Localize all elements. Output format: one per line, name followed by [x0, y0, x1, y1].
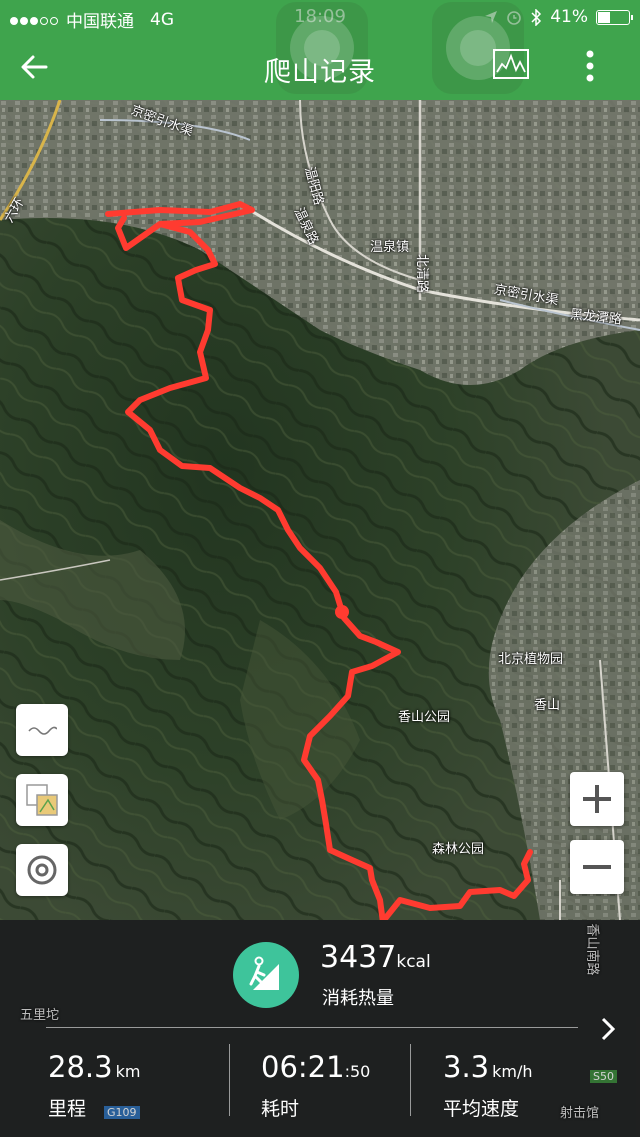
calories-label: 消耗热量: [322, 988, 394, 1009]
layers-icon: [26, 784, 58, 816]
hiking-route: [105, 201, 401, 920]
terrain-toggle-button[interactable]: [16, 704, 68, 756]
stat-value: 28.3: [48, 1050, 113, 1084]
zoom-out-button[interactable]: [570, 840, 624, 894]
hiking-route-east: [381, 849, 533, 920]
route-layer: [105, 201, 533, 920]
target-icon: [27, 855, 57, 885]
battery-percent: 41%: [550, 7, 588, 27]
stat-label: 平均速度: [443, 1098, 520, 1120]
hiking-badge: [233, 942, 299, 1008]
route-waypoint: [335, 605, 349, 619]
bluetooth-icon: [531, 8, 542, 26]
stat-unit: km/h: [492, 1062, 533, 1081]
stat-value: 3.3: [443, 1050, 490, 1084]
elevation-chart-icon[interactable]: [492, 48, 530, 82]
stat-distance: 28.3 km 里程: [48, 1050, 140, 1121]
layer-switch-button[interactable]: [16, 774, 68, 826]
stat-duration: 06:21:50 耗时: [261, 1050, 370, 1121]
stat-speed: 3.3 km/h 平均速度: [443, 1050, 533, 1121]
plus-icon: [583, 785, 611, 813]
highway-shield: S50: [590, 1070, 617, 1083]
calories-unit: kcal: [396, 952, 431, 972]
stat-separator: [229, 1044, 230, 1116]
stat-value: 06:21: [261, 1050, 345, 1084]
stat-unit: km: [115, 1062, 141, 1081]
stat-unit: :50: [344, 1062, 371, 1081]
chevron-right-icon[interactable]: [598, 1016, 618, 1042]
minus-icon: [583, 865, 611, 869]
panel-divider: [46, 1027, 578, 1028]
page-title: 爬山记录: [264, 57, 376, 88]
more-menu-icon[interactable]: [580, 46, 600, 86]
map-label: 五里坨: [20, 1008, 60, 1023]
calories-value: 3437kcal: [320, 940, 431, 975]
nav-bar: 爬山记录: [0, 2, 640, 100]
satellite-map[interactable]: 京密引水渠 温阳路 温泉路 温泉镇 北清路 京密引水渠 黑龙潭路 六环 北京植物…: [0, 100, 640, 920]
stat-label: 里程: [48, 1098, 87, 1120]
stat-label: 耗时: [261, 1098, 300, 1120]
map-label: 香山南路: [584, 923, 600, 976]
map-label: 射击馆: [560, 1106, 600, 1121]
locate-button[interactable]: [16, 844, 68, 896]
zoom-in-button[interactable]: [570, 772, 624, 826]
battery-icon: [596, 9, 633, 25]
summary-panel: 五里坨 香山南路 射击馆 G109 S50 3437kcal 消耗热量 28.3…: [0, 920, 640, 1137]
stat-separator: [410, 1044, 411, 1116]
hiker-icon: [249, 956, 279, 990]
calories-number: 3437: [320, 940, 397, 975]
wave-icon: [28, 726, 57, 735]
